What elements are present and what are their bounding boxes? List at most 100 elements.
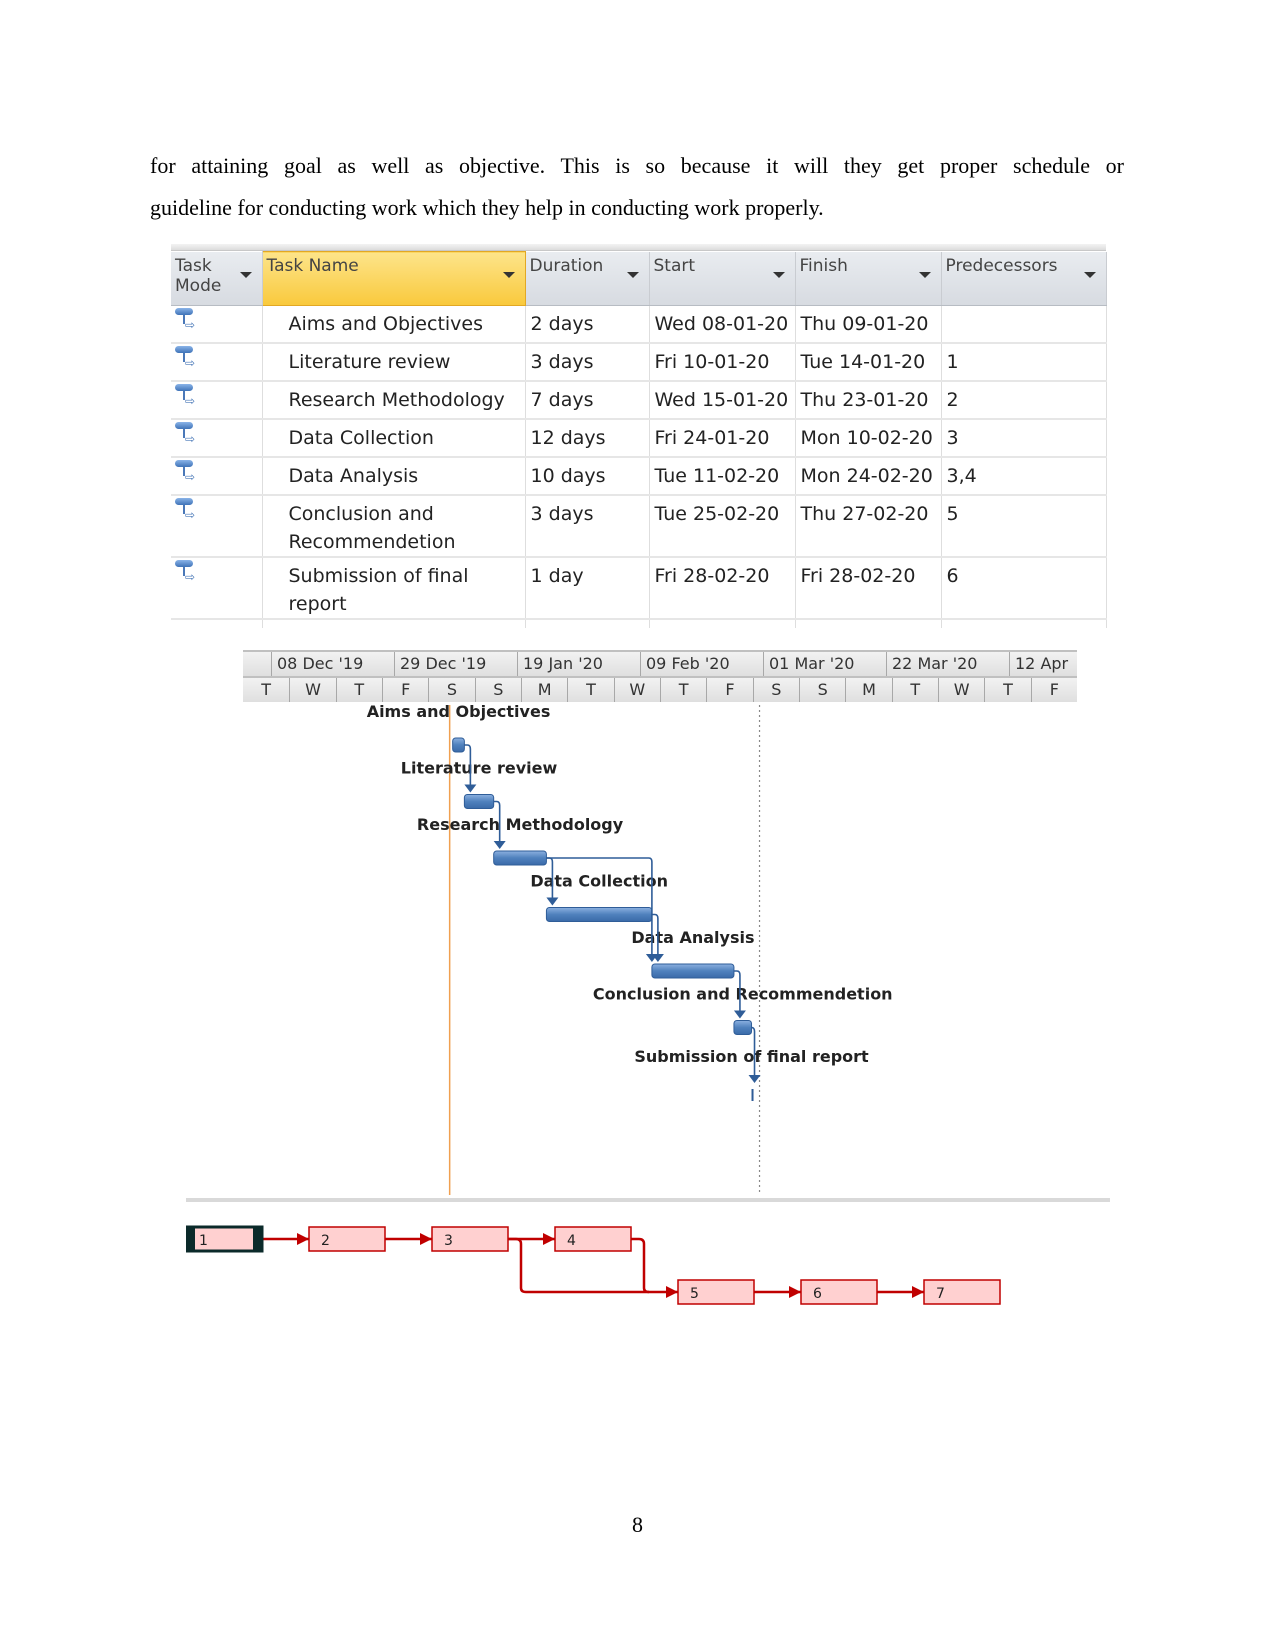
table-row[interactable]: ⇨ Research Methodology 7 days Wed 15-01-20 T… xyxy=(171,381,1107,420)
cell-start[interactable]: Fri 10-01-20 xyxy=(649,343,796,382)
column-header-finish[interactable]: Finish xyxy=(795,251,942,306)
dropdown-caret-icon[interactable] xyxy=(626,271,639,278)
cell-finish[interactable]: Thu 27-02-20 xyxy=(795,495,942,558)
dropdown-caret-icon[interactable] xyxy=(1083,271,1096,278)
network-node-label: 4 xyxy=(567,1233,576,1249)
page-number: 8 xyxy=(632,1512,643,1537)
cell-name[interactable]: Research Methodology xyxy=(262,381,526,420)
network-node[interactable] xyxy=(186,1225,264,1253)
cell-duration[interactable]: 10 days xyxy=(525,457,650,496)
cell-finish[interactable]: Tue 14-01-20 xyxy=(795,343,942,382)
cell-predecessors[interactable]: 3 xyxy=(941,419,1107,458)
cell-start[interactable]: Wed 15-01-20 xyxy=(649,381,796,420)
cell-duration[interactable]: 2 days xyxy=(525,305,650,344)
arrow-head-icon xyxy=(912,1286,924,1298)
gantt-bars-area: Aims and Objectives Literature review Rese… xyxy=(367,702,893,1195)
gantt-task-bar xyxy=(452,737,465,753)
arrow-head-icon xyxy=(297,1233,309,1245)
task-mode-cell[interactable]: ⇨ xyxy=(171,381,263,420)
network-node-label: 1 xyxy=(199,1233,208,1249)
cell-start[interactable]: Tue 25-02-20 xyxy=(649,495,796,558)
task-mode-cell[interactable]: ⇨ xyxy=(171,305,263,344)
task-mode-cell[interactable]: ⇨ xyxy=(171,557,263,620)
gantt-bar-label: Aims and Objectives xyxy=(367,702,551,721)
empty-cell xyxy=(262,619,526,628)
gantt-task-bar xyxy=(733,1020,753,1035)
cell-predecessors[interactable]: 5 xyxy=(941,495,1107,558)
network-node-label: 2 xyxy=(321,1233,330,1249)
cell-start[interactable]: Fri 28-02-20 xyxy=(649,557,796,620)
network-link xyxy=(631,1237,650,1294)
table-row[interactable]: ⇨ Submission of final report 1 day Fri 28-0… xyxy=(171,557,1107,620)
dependency-arrow-icon xyxy=(748,1075,761,1083)
cell-predecessors[interactable]: 2 xyxy=(941,381,1107,420)
gantt-bar-label: Conclusion and Recommendetion xyxy=(593,985,893,1004)
task-mode-cell[interactable]: ⇨ xyxy=(171,343,263,382)
dependency-arrow-icon xyxy=(733,1010,746,1019)
cell-duration[interactable]: 12 days xyxy=(525,419,650,458)
cell-finish[interactable]: Mon 24-02-20 xyxy=(795,457,942,496)
dropdown-caret-icon[interactable] xyxy=(772,271,785,278)
task-sheet: Task Mode Task Name Duration Start Finish… xyxy=(171,251,1107,628)
cell-finish[interactable]: Fri 28-02-20 xyxy=(795,557,942,620)
table-row[interactable]: ⇨ Aims and Objectives 2 days Wed 08-01-20 Th… xyxy=(171,305,1107,344)
empty-cell xyxy=(525,619,650,628)
column-header-start[interactable]: Start xyxy=(649,251,796,306)
table-row[interactable]: ⇨ Literature review 3 days Fri 10-01-20 Tue … xyxy=(171,343,1107,382)
cell-predecessors[interactable]: 1 xyxy=(941,343,1107,382)
network-node-label: 7 xyxy=(936,1286,945,1302)
cell-finish[interactable]: Mon 10-02-20 xyxy=(795,419,942,458)
gantt-task-bar xyxy=(463,794,495,809)
cell-finish[interactable]: Thu 09-01-20 xyxy=(795,305,942,344)
paragraph-line-1: for attaining goal as well as objective.… xyxy=(150,153,1124,178)
cell-predecessors[interactable]: 3,4 xyxy=(941,457,1107,496)
cell-start[interactable]: Wed 08-01-20 xyxy=(649,305,796,344)
cell-name[interactable]: Data Collection xyxy=(262,419,526,458)
gantt-bar-label: Data Collection xyxy=(530,872,668,891)
header-label: Predecessors xyxy=(945,255,1058,276)
dropdown-caret-icon[interactable] xyxy=(918,271,931,278)
gantt-bar-label: Research Methodology xyxy=(417,815,624,834)
cell-name[interactable]: Submission of final report xyxy=(262,557,526,620)
task-mode-cell[interactable]: ⇨ xyxy=(171,457,263,496)
gantt-chart: 08 Dec '19 29 Dec '19 19 Jan '20 09 Feb '20… xyxy=(243,650,1077,1198)
table-row[interactable]: ⇨ Data Analysis 10 days Tue 11-02-20 Mon 24-… xyxy=(171,457,1107,496)
column-header-predecessors[interactable]: Predecessors xyxy=(941,251,1107,306)
cell-start[interactable]: Tue 11-02-20 xyxy=(649,457,796,496)
empty-cell xyxy=(649,619,796,628)
dropdown-caret-icon[interactable] xyxy=(502,272,515,278)
auto-scheduled-task-icon: ⇨ xyxy=(175,420,197,448)
arrow-head-icon xyxy=(543,1233,555,1245)
cell-predecessors[interactable] xyxy=(941,305,1107,344)
table-row[interactable]: ⇨ Conclusion and Recommendetion 3 days Tue … xyxy=(171,495,1107,558)
auto-scheduled-task-icon: ⇨ xyxy=(175,306,197,334)
dropdown-caret-icon[interactable] xyxy=(239,271,252,278)
column-header-duration[interactable]: Duration xyxy=(525,251,650,306)
cell-finish[interactable]: Thu 23-01-20 xyxy=(795,381,942,420)
node-selection-handle xyxy=(186,1227,195,1251)
cell-start[interactable]: Fri 24-01-20 xyxy=(649,419,796,458)
gantt-task-bar xyxy=(493,850,547,866)
header-label: Task xyxy=(175,255,212,276)
cell-duration[interactable]: 1 day xyxy=(525,557,650,620)
gantt-task-bar xyxy=(651,963,735,979)
cell-name[interactable]: Aims and Objectives xyxy=(262,305,526,344)
cell-duration[interactable]: 3 days xyxy=(525,343,650,382)
table-row[interactable]: ⇨ Data Collection 12 days Fri 24-01-20 Mon 1… xyxy=(171,419,1107,458)
node-selection-handle xyxy=(253,1227,262,1251)
cell-duration[interactable]: 3 days xyxy=(525,495,650,558)
cell-name[interactable]: Data Analysis xyxy=(262,457,526,496)
gantt-milestone-marker xyxy=(751,1089,754,1101)
cell-predecessors[interactable]: 6 xyxy=(941,557,1107,620)
cell-name[interactable]: Literature review xyxy=(262,343,526,382)
column-header-task-name[interactable]: Task Name xyxy=(261,251,526,306)
empty-row xyxy=(171,619,1107,628)
task-mode-cell[interactable]: ⇨ xyxy=(171,419,263,458)
cell-name[interactable]: Conclusion and Recommendetion xyxy=(262,495,526,558)
cell-duration[interactable]: 7 days xyxy=(525,381,650,420)
network-node-label: 6 xyxy=(813,1286,822,1302)
task-mode-cell[interactable]: ⇨ xyxy=(171,495,263,558)
column-header-task-mode[interactable]: Task Mode xyxy=(171,251,263,306)
header-label: Task Name xyxy=(266,256,359,276)
dependency-arrow-icon xyxy=(546,897,559,906)
